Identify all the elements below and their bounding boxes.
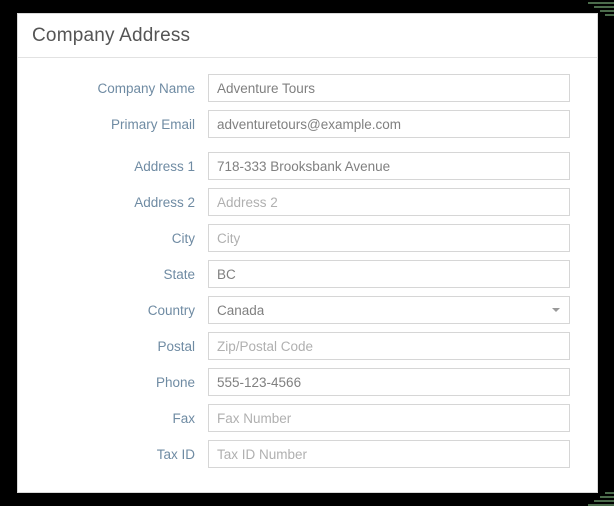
input-fax[interactable]: Fax Number bbox=[208, 404, 570, 432]
panel-header: Company Address bbox=[18, 14, 597, 58]
value-postal: Zip/Postal Code bbox=[217, 338, 314, 354]
company-address-form: Company Name Adventure Tours Primary Email… bbox=[18, 58, 597, 468]
value-address-2: Address 2 bbox=[217, 194, 278, 210]
form-row-tax-id: Tax ID Tax ID Number bbox=[18, 440, 597, 468]
input-address-2[interactable]: Address 2 bbox=[208, 188, 570, 216]
form-row-company-name: Company Name Adventure Tours bbox=[18, 74, 597, 102]
label-phone: Phone bbox=[155, 374, 195, 390]
form-row-primary-email: Primary Email adventuretours@example.com bbox=[18, 110, 597, 138]
form-row-country: Country Canada bbox=[18, 296, 597, 324]
form-row-fax: Fax Fax Number bbox=[18, 404, 597, 432]
input-primary-email[interactable]: adventuretours@example.com bbox=[208, 110, 570, 138]
input-phone[interactable]: 555-123-4566 bbox=[208, 368, 570, 396]
value-phone: 555-123-4566 bbox=[217, 374, 302, 390]
input-state[interactable]: BC bbox=[208, 260, 570, 288]
screenshot-frame: Company Address Company Name Adventure To… bbox=[0, 0, 614, 506]
input-city[interactable]: City bbox=[208, 224, 570, 252]
value-state: BC bbox=[217, 266, 236, 282]
input-tax-id[interactable]: Tax ID Number bbox=[208, 440, 570, 468]
label-fax: Fax bbox=[172, 410, 195, 426]
label-state: State bbox=[163, 266, 195, 282]
value-primary-email: adventuretours@example.com bbox=[217, 116, 402, 132]
company-address-panel: Company Address Company Name Adventure To… bbox=[17, 13, 598, 493]
label-address-1: Address 1 bbox=[134, 158, 195, 174]
page-title: Company Address bbox=[32, 25, 191, 46]
label-address-2: Address 2 bbox=[134, 194, 195, 210]
label-tax-id: Tax ID bbox=[156, 446, 195, 462]
form-row-phone: Phone 555-123-4566 bbox=[18, 368, 597, 396]
label-company-name: Company Name bbox=[97, 80, 195, 96]
chevron-down-icon[interactable] bbox=[552, 308, 560, 312]
value-country: Canada bbox=[217, 302, 265, 318]
form-row-postal: Postal Zip/Postal Code bbox=[18, 332, 597, 360]
form-row-address-2: Address 2 Address 2 bbox=[18, 188, 597, 216]
form-row-city: City City bbox=[18, 224, 597, 252]
value-fax: Fax Number bbox=[217, 410, 292, 426]
label-postal: Postal bbox=[157, 338, 195, 354]
value-company-name: Adventure Tours bbox=[217, 80, 316, 96]
input-postal[interactable]: Zip/Postal Code bbox=[208, 332, 570, 360]
label-city: City bbox=[171, 230, 195, 246]
value-address-1: 718-333 Brooksbank Avenue bbox=[217, 158, 391, 174]
value-tax-id: Tax ID Number bbox=[217, 446, 308, 462]
input-address-1[interactable]: 718-333 Brooksbank Avenue bbox=[208, 152, 570, 180]
select-country[interactable]: Canada bbox=[208, 296, 570, 324]
label-primary-email: Primary Email bbox=[110, 116, 195, 132]
value-city: City bbox=[217, 230, 241, 246]
form-row-state: State BC bbox=[18, 260, 597, 288]
input-company-name[interactable]: Adventure Tours bbox=[208, 74, 570, 102]
form-row-address-1: Address 1 718-333 Brooksbank Avenue bbox=[18, 152, 597, 180]
label-country: Country bbox=[147, 302, 195, 318]
